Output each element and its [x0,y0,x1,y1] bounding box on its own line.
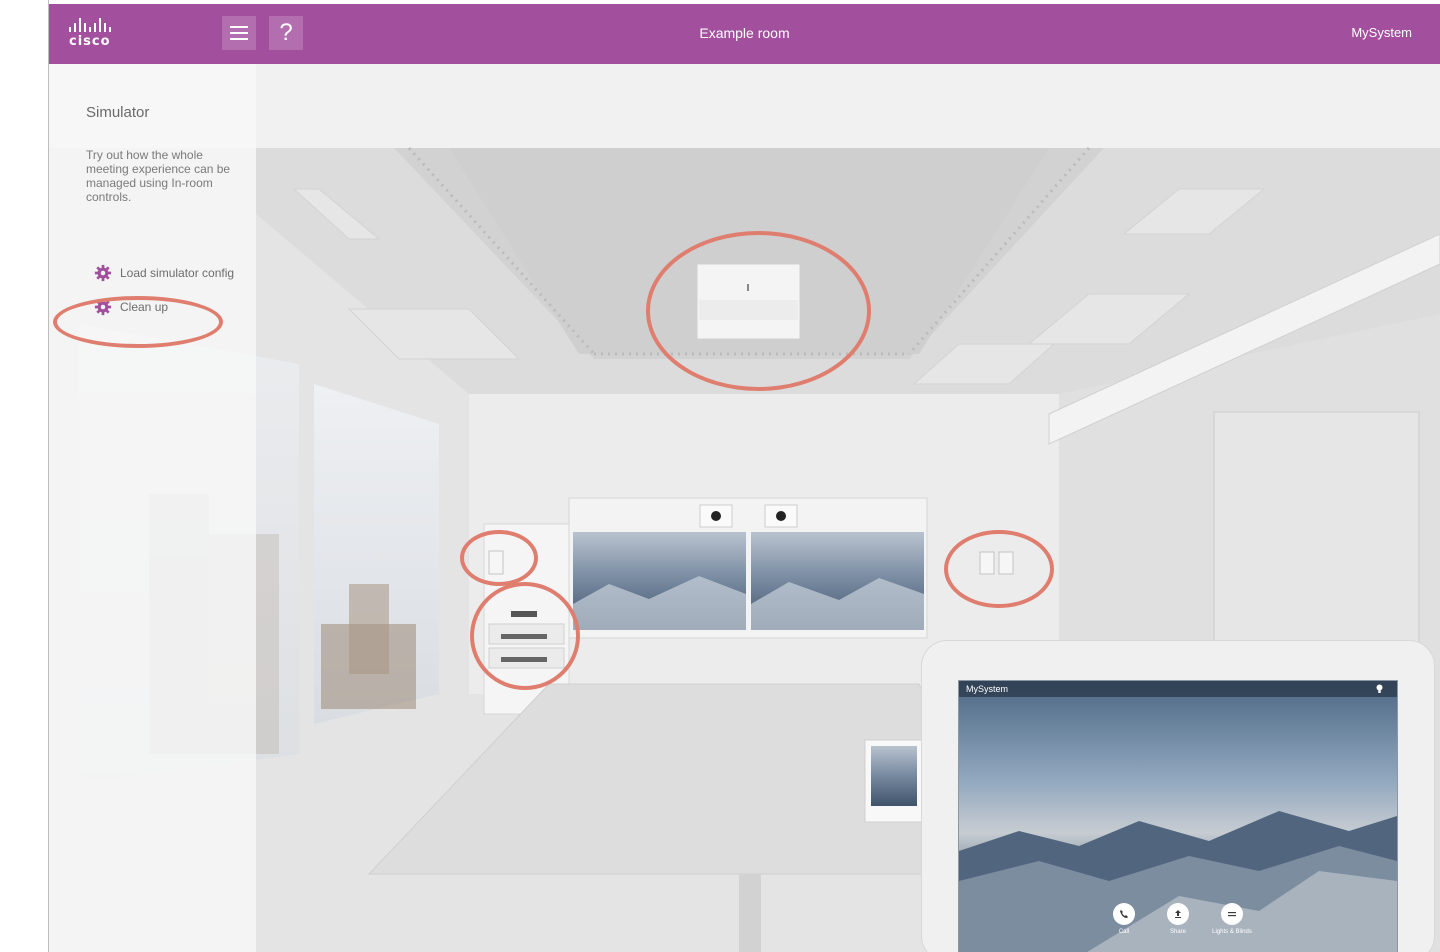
app-window: cisco ? Example room MySystem Simulator … [49,4,1440,952]
top-bar: cisco ? Example room MySystem [49,4,1440,64]
media-devices-hotspot[interactable] [470,582,580,690]
window-left-border [0,0,49,952]
lightbulb-icon[interactable] [1376,684,1383,694]
lights-blinds-label: Lights & Blinds [1212,929,1252,935]
touch-panel-status-bar: MySystem [959,681,1397,697]
load-simulator-config-label: Load simulator config [120,266,235,280]
gear-icon [94,264,112,282]
system-name[interactable]: MySystem [1351,25,1412,40]
phone-icon [1120,910,1128,918]
simulator-sidebar: Simulator Try out how the whole meeting … [49,64,256,952]
sidebar-description: Try out how the whole meeting experience… [86,148,231,204]
touch-panel-button-row: Call Share Lights & Blinds [959,903,1397,952]
load-simulator-config-button[interactable]: Load simulator config [94,264,234,282]
share-label: Share [1169,929,1186,935]
touch-panel-system-name: MySystem [966,684,1009,694]
light-switch-hotspot[interactable] [460,530,538,586]
share-icon [1175,910,1181,918]
clean-up-highlight [53,296,223,348]
touch-panel-screen[interactable]: MySystem Call Share Lights & Blinds [958,680,1398,952]
projector-hotspot[interactable] [646,231,871,391]
sliders-icon [1228,912,1236,917]
sidebar-title: Simulator [86,104,150,121]
room-title: Example room [699,25,790,41]
lights-blinds-button[interactable]: Lights & Blinds [1197,903,1267,935]
call-label: Call [1118,929,1130,935]
blinds-switch-hotspot[interactable] [944,530,1054,608]
